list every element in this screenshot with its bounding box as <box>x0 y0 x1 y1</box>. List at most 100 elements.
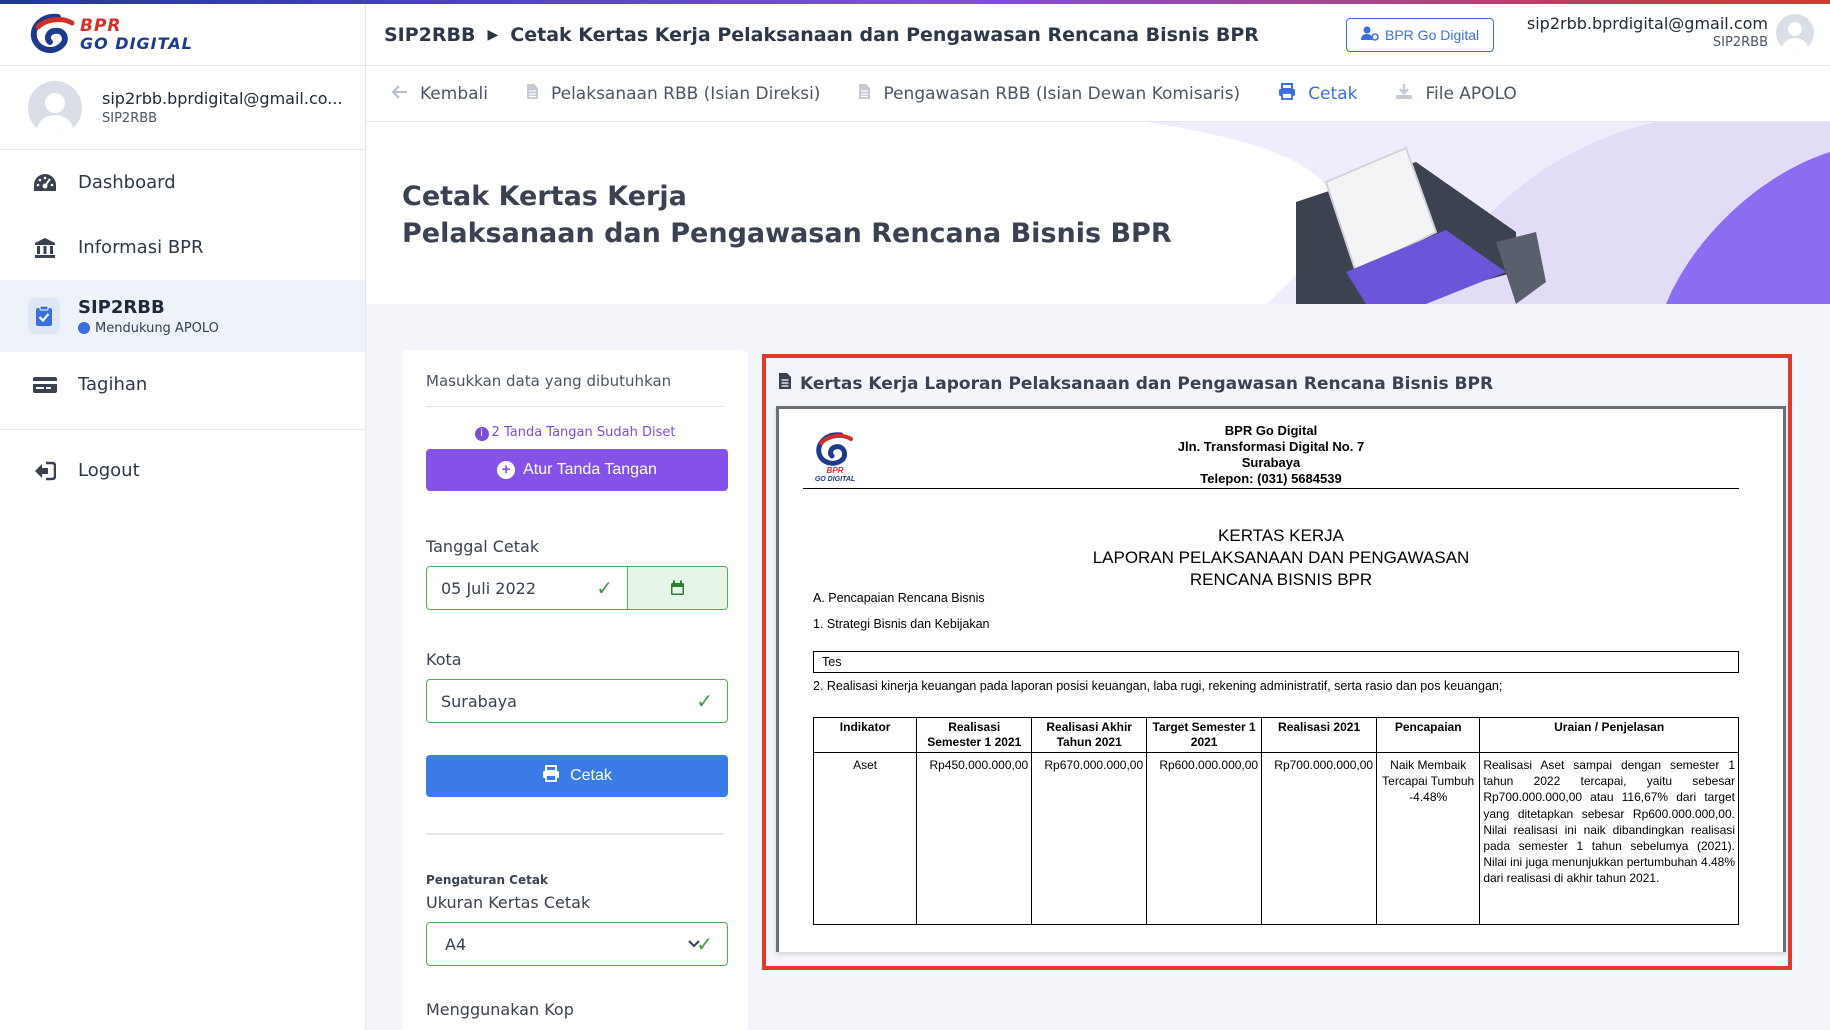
letterhead-label: Menggunakan Kop <box>426 1000 574 1019</box>
header-user-email: sip2rbb.bprdigital@gmail.com <box>1526 14 1768 33</box>
org-name: BPR Go Digital <box>1224 423 1318 438</box>
set-signature-button[interactable]: + Atur Tanda Tangan <box>426 449 728 491</box>
sidebar-item-informasi-bpr[interactable]: Informasi BPR <box>0 215 365 280</box>
logo-line1: BPR <box>80 15 122 36</box>
download-icon <box>1395 83 1413 104</box>
paper-size-select[interactable]: A4 ✓ <box>426 922 728 966</box>
item-1-heading: 1. Strategi Bisnis dan Kebijakan <box>813 617 990 631</box>
sidebar-item-label: Informasi BPR <box>78 237 204 258</box>
form-heading: Masukkan data yang dibutuhkan <box>426 372 724 407</box>
document-preview: Kertas Kerja Laporan Pelaksanaan dan Pen… <box>762 354 1792 970</box>
cell-realisasi-akhir: Rp670.000.000,00 <box>1031 752 1148 925</box>
document-title: KERTAS KERJA LAPORAN PELAKSANAAN DAN PEN… <box>779 525 1783 591</box>
org-phone: Telepon: (031) 5684539 <box>1200 471 1342 486</box>
city-input[interactable]: Surabaya ✓ <box>426 679 728 723</box>
print-form-panel: Masukkan data yang dibutuhkan i2 Tanda T… <box>402 350 748 1030</box>
signature-status: i2 Tanda Tangan Sudah Diset <box>426 425 724 441</box>
signature-note-text: 2 Tanda Tangan Sudah Diset <box>491 425 676 440</box>
check-icon: ✓ <box>596 576 613 600</box>
sidebar-item-label: Logout <box>78 460 140 481</box>
tab-file-apolo[interactable]: File APOLO <box>1395 83 1517 104</box>
header-user[interactable]: sip2rbb.bprdigital@gmail.com SIP2RBB <box>1527 14 1768 50</box>
check-icon: ✓ <box>696 932 713 956</box>
column-header: Pencapaian <box>1376 717 1481 753</box>
header-avatar[interactable] <box>1776 14 1814 52</box>
sidebar-user[interactable]: sip2rbb.bprdigital@gmail.co... SIP2RBB <box>0 66 365 150</box>
main-content: Masukkan data yang dibutuhkan i2 Tanda T… <box>366 304 1830 1030</box>
paper-size-value: A4 <box>445 934 467 954</box>
app-logo[interactable]: BPR GO DIGITAL <box>0 4 365 66</box>
preview-title: Kertas Kerja Laporan Pelaksanaan dan Pen… <box>778 372 1493 395</box>
bank-icon <box>32 237 58 259</box>
cell-realisasi-2021: Rp700.000.000,00 <box>1261 752 1378 925</box>
print-button[interactable]: Cetak <box>426 755 728 797</box>
table-header-row: Indikator Realisasi Semester 1 2021 Real… <box>812 717 1739 753</box>
item-2-heading: 2. Realisasi kinerja keuangan pada lapor… <box>813 679 1503 693</box>
column-header: Realisasi Semester 1 2021 <box>916 717 1033 753</box>
avatar <box>28 80 82 135</box>
top-header: SIP2RBB ▶ Cetak Kertas Kerja Pelaksanaan… <box>366 4 1830 66</box>
form-divider <box>426 833 724 835</box>
document-letterhead: BPR GO DIGITAL BPR Go Digital Jln. Trans… <box>803 419 1739 489</box>
page-title: Cetak Kertas Kerja Pelaksanaan dan Penga… <box>402 178 1172 252</box>
tab-label: File APOLO <box>1425 83 1517 104</box>
printer-icon <box>542 765 560 787</box>
breadcrumb-root[interactable]: SIP2RBB <box>384 24 476 46</box>
calendar-icon <box>671 580 684 595</box>
date-label: Tanggal Cetak <box>426 537 540 556</box>
tab-pengawasan-rbb[interactable]: Pengawasan RBB (Isian Dewan Komisaris) <box>858 83 1240 104</box>
sidebar-item-sip2rbb[interactable]: SIP2RBB Mendukung APOLO <box>0 280 365 352</box>
status-dot-icon <box>78 322 90 334</box>
calendar-button[interactable] <box>628 566 728 610</box>
tab-label: Cetak <box>1308 83 1358 104</box>
set-signature-label: Atur Tanda Tangan <box>523 461 657 478</box>
credit-card-icon <box>32 374 58 396</box>
bpr-go-digital-button[interactable]: BPR Go Digital <box>1346 18 1495 52</box>
tab-label: Pelaksanaan RBB (Isian Direksi) <box>550 83 821 104</box>
column-header: Target Semester 1 2021 <box>1146 717 1263 753</box>
tab-label: Kembali <box>420 83 488 104</box>
print-settings-label: Pengaturan Cetak <box>426 873 548 887</box>
logo-line2: GO DIGITAL <box>80 33 193 53</box>
date-input[interactable]: 05 Juli 2022 ✓ <box>426 566 628 610</box>
column-header: Realisasi 2021 <box>1261 717 1378 753</box>
tab-label: Pengawasan RBB (Isian Dewan Komisaris) <box>883 83 1241 104</box>
document-page[interactable]: BPR GO DIGITAL BPR Go Digital Jln. Trans… <box>776 406 1786 952</box>
sidebar-item-logout[interactable]: Logout <box>0 438 365 503</box>
city-value: Surabaya <box>441 691 517 711</box>
financial-table: Indikator Realisasi Semester 1 2021 Real… <box>812 717 1739 925</box>
sidebar-item-label: SIP2RBB <box>78 296 165 318</box>
date-field: 05 Juli 2022 ✓ <box>426 566 728 610</box>
file-icon <box>526 83 539 104</box>
doc-title-line2: LAPORAN PELAKSANAAN DAN PENGAWASAN <box>1092 548 1470 567</box>
doc-title-line3: RENCANA BISNIS BPR <box>1189 570 1373 589</box>
sidebar-nav-bottom: Logout <box>0 438 365 503</box>
sidebar-item-label: Tagihan <box>78 374 148 395</box>
tab-pelaksanaan-rbb[interactable]: Pelaksanaan RBB (Isian Direksi) <box>526 83 820 104</box>
tab-kembali[interactable]: Kembali <box>391 83 488 104</box>
file-icon <box>858 83 871 104</box>
bpr-go-digital-label: BPR Go Digital <box>1385 27 1480 43</box>
org-city: Surabaya <box>1241 455 1301 470</box>
info-icon: i <box>474 427 489 441</box>
header-user-role: SIP2RBB <box>1712 35 1768 50</box>
sidebar: BPR GO DIGITAL sip2rbb.bprdigital@gmail.… <box>0 4 366 1030</box>
page-title-line1: Cetak Kertas Kerja <box>402 181 687 212</box>
page-hero: Cetak Kertas Kerja Pelaksanaan dan Penga… <box>366 122 1830 304</box>
caret-right-icon: ▶ <box>487 26 499 43</box>
arrow-left-icon <box>391 84 408 103</box>
sidebar-divider <box>0 429 365 430</box>
item-1-value: Tes <box>813 651 1739 673</box>
tab-cetak[interactable]: Cetak <box>1278 83 1357 104</box>
column-header: Uraian / Penjelasan <box>1479 717 1739 753</box>
check-icon: ✓ <box>696 689 713 713</box>
cell-realisasi-sem1: Rp450.000.000,00 <box>916 752 1033 925</box>
page-title-line2: Pelaksanaan dan Pengawasan Rencana Bisni… <box>402 218 1172 249</box>
apolo-support-badge: Mendukung APOLO <box>78 321 219 336</box>
sidebar-item-tagihan[interactable]: Tagihan <box>0 352 365 417</box>
organization-info: BPR Go Digital Jln. Transformasi Digital… <box>803 423 1739 487</box>
preview-title-text: Kertas Kerja Laporan Pelaksanaan dan Pen… <box>800 373 1494 394</box>
logout-icon <box>32 460 58 482</box>
sidebar-item-dashboard[interactable]: Dashboard <box>0 150 365 215</box>
org-address: Jln. Transformasi Digital No. 7 <box>1177 439 1365 454</box>
